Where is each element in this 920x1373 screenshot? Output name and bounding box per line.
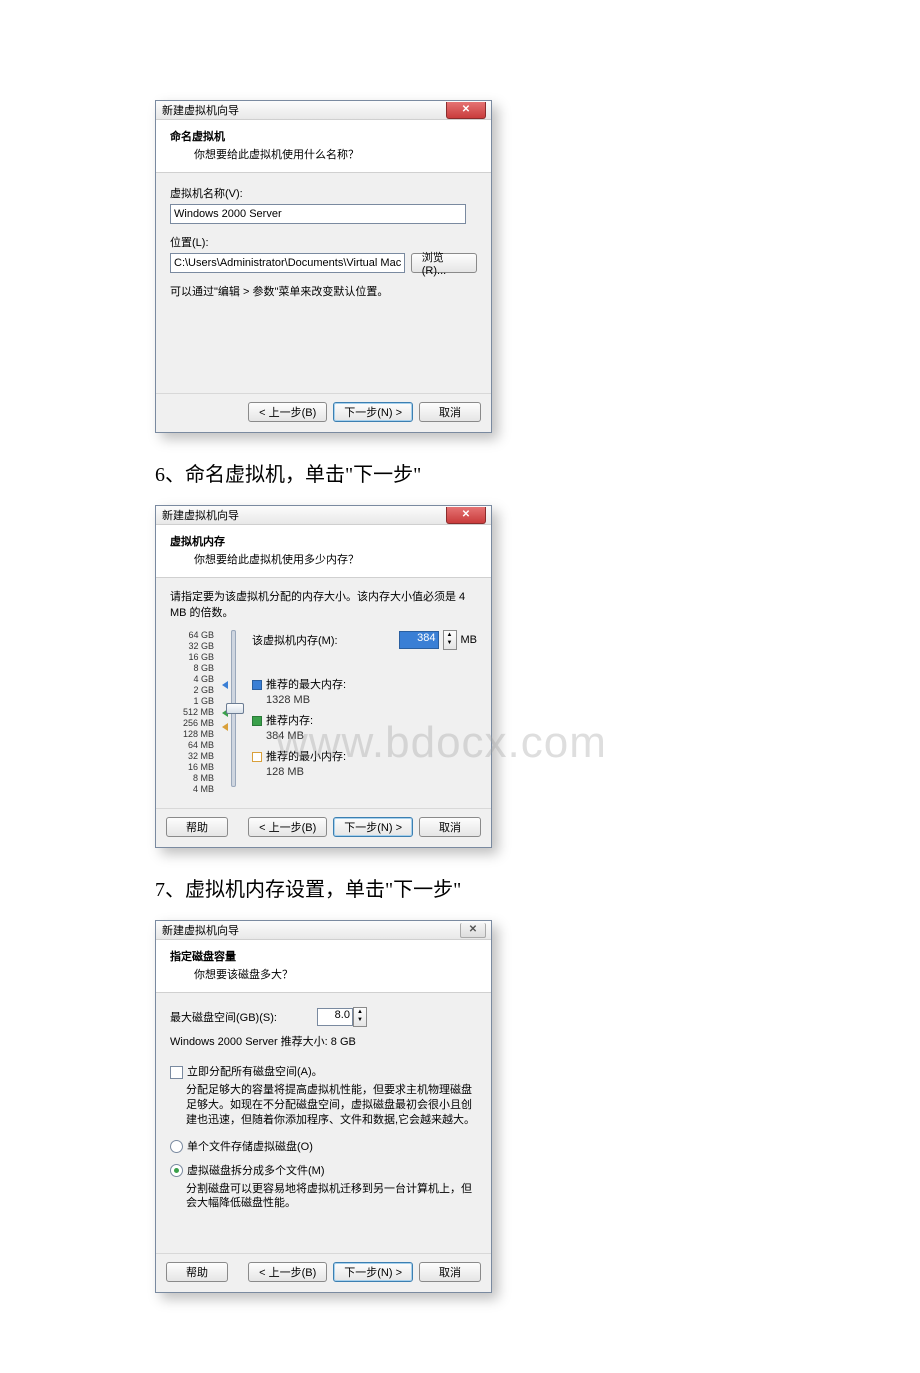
close-icon[interactable]: ✕ xyxy=(446,102,486,119)
recommended-size: Windows 2000 Server 推荐大小: 8 GB xyxy=(170,1033,477,1049)
memory-spinner[interactable]: 384 xyxy=(399,631,439,649)
next-button[interactable]: 下一步(N) > xyxy=(333,817,413,837)
help-button[interactable]: 帮助 xyxy=(166,1262,228,1282)
window-title: 新建虚拟机向导 xyxy=(162,922,239,938)
memory-unit: MB xyxy=(461,634,478,646)
titlebar: 新建虚拟机向导 ✕ xyxy=(156,101,491,120)
rec-max-value: 1328 MB xyxy=(266,694,477,706)
back-button[interactable]: < 上一步(B) xyxy=(248,817,327,837)
cancel-button[interactable]: 取消 xyxy=(419,402,481,422)
rec-value: 384 MB xyxy=(266,730,477,742)
single-file-radio[interactable] xyxy=(170,1140,183,1153)
header-subtitle: 你想要给此虚拟机使用什么名称？ xyxy=(194,146,477,162)
browse-button[interactable]: 浏览(R)... xyxy=(411,253,477,273)
button-row: < 上一步(B) 下一步(N) > 取消 xyxy=(156,393,491,432)
close-icon[interactable]: ✕ xyxy=(460,923,486,938)
alloc-all-row[interactable]: 立即分配所有磁盘空间(A)。 xyxy=(170,1063,477,1079)
header-title: 指定磁盘容量 xyxy=(170,948,477,964)
help-button[interactable]: 帮助 xyxy=(166,817,228,837)
window-title: 新建虚拟机向导 xyxy=(162,102,239,118)
single-file-row[interactable]: 单个文件存储虚拟磁盘(O) xyxy=(170,1138,477,1154)
next-button[interactable]: 下一步(N) > xyxy=(333,1262,413,1282)
titlebar: 新建虚拟机向导 ✕ xyxy=(156,506,491,525)
dialog-header: 虚拟机内存 你想要给此虚拟机使用多少内存？ xyxy=(156,525,491,578)
memory-scale: 64 GB 32 GB 16 GB 8 GB 4 GB 2 GB 1 GB 51… xyxy=(170,630,214,795)
split-file-row[interactable]: 虚拟磁盘拆分成多个文件(M) xyxy=(170,1162,477,1178)
caption-6: 6、命名虚拟机，单击"下一步" xyxy=(155,458,765,487)
dialog-header: 指定磁盘容量 你想要该磁盘多大？ xyxy=(156,940,491,993)
dialog-disk-size: 新建虚拟机向导 ✕ 指定磁盘容量 你想要该磁盘多大？ 最大磁盘空间(GB)(S)… xyxy=(155,920,492,1293)
slider-thumb[interactable] xyxy=(226,703,244,714)
header-title: 虚拟机内存 xyxy=(170,533,477,549)
marker-max-icon xyxy=(222,681,228,689)
button-row: 帮助 < 上一步(B) 下一步(N) > 取消 xyxy=(156,808,491,847)
split-file-radio[interactable] xyxy=(170,1164,183,1177)
close-icon[interactable]: ✕ xyxy=(446,507,486,524)
edit-hint: 可以通过"编辑 > 参数"菜单来改变默认位置。 xyxy=(170,283,477,299)
back-button[interactable]: < 上一步(B) xyxy=(248,402,327,422)
location-label: 位置(L): xyxy=(170,234,477,250)
disk-size-spinner[interactable]: 8.0 xyxy=(317,1008,353,1026)
alloc-all-desc: 分配足够大的容量将提高虚拟机性能，但要求主机物理磁盘足够大。如现在不分配磁盘空间… xyxy=(186,1083,477,1128)
titlebar: 新建虚拟机向导 ✕ xyxy=(156,921,491,940)
spinner-buttons[interactable]: ▲▼ xyxy=(353,1007,367,1027)
button-row: 帮助 < 上一步(B) 下一步(N) > 取消 xyxy=(156,1253,491,1292)
dialog-vm-memory: 新建虚拟机向导 ✕ 虚拟机内存 你想要给此虚拟机使用多少内存？ 请指定要为该虚拟… xyxy=(155,505,492,848)
caption-7: 7、虚拟机内存设置，单击"下一步" xyxy=(155,873,765,902)
max-space-label: 最大磁盘空间(GB)(S): xyxy=(170,1009,277,1025)
header-title: 命名虚拟机 xyxy=(170,128,477,144)
marker-min-icon xyxy=(222,723,228,731)
cancel-button[interactable]: 取消 xyxy=(419,817,481,837)
rec-row: 推荐内存: xyxy=(252,712,477,728)
vm-name-label: 虚拟机名称(V): xyxy=(170,185,477,201)
rec-min-row: 推荐的最小内存: xyxy=(252,748,477,764)
window-title: 新建虚拟机向导 xyxy=(162,507,239,523)
split-desc: 分割磁盘可以更容易地将虚拟机迁移到另一台计算机上，但会大幅降低磁盘性能。 xyxy=(186,1182,477,1212)
next-button[interactable]: 下一步(N) > xyxy=(333,402,413,422)
memory-field-label: 该虚拟机内存(M): xyxy=(252,632,395,648)
back-button[interactable]: < 上一步(B) xyxy=(248,1262,327,1282)
spinner-buttons[interactable]: ▲▼ xyxy=(443,630,457,650)
header-subtitle: 你想要给此虚拟机使用多少内存？ xyxy=(194,551,477,567)
memory-slider[interactable] xyxy=(224,630,242,795)
cancel-button[interactable]: 取消 xyxy=(419,1262,481,1282)
rec-min-value: 128 MB xyxy=(266,766,477,778)
memory-intro: 请指定要为该虚拟机分配的内存大小。该内存大小值必须是 4 MB 的倍数。 xyxy=(170,588,477,620)
dialog-header: 命名虚拟机 你想要给此虚拟机使用什么名称？ xyxy=(156,120,491,173)
header-subtitle: 你想要该磁盘多大？ xyxy=(194,966,477,982)
vm-name-input[interactable] xyxy=(170,204,466,224)
rec-max-row: 推荐的最大内存: xyxy=(252,676,477,692)
location-input[interactable] xyxy=(170,253,405,273)
alloc-all-checkbox[interactable] xyxy=(170,1066,183,1079)
dialog-name-vm: 新建虚拟机向导 ✕ 命名虚拟机 你想要给此虚拟机使用什么名称？ 虚拟机名称(V)… xyxy=(155,100,492,433)
